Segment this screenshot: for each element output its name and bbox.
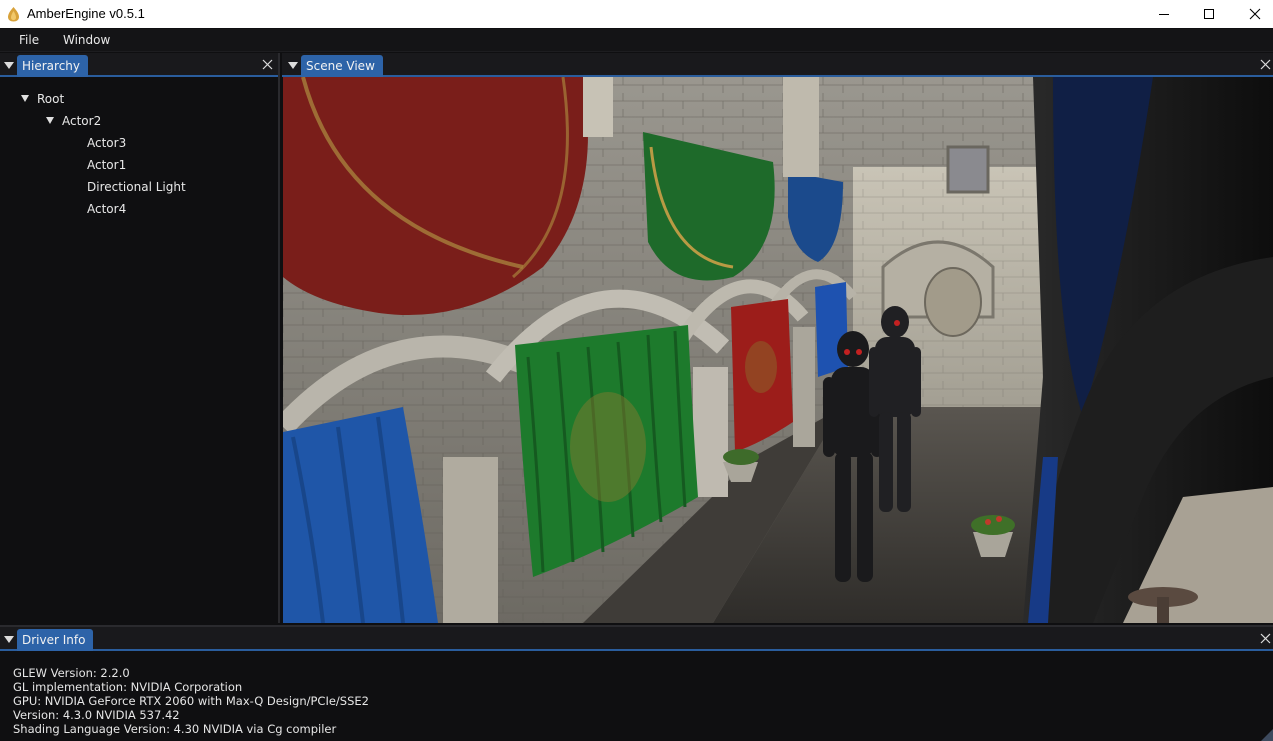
tree-node-actor3[interactable]: Actor3 (87, 135, 126, 151)
tab-hierarchy[interactable]: Hierarchy (17, 55, 89, 77)
close-icon[interactable] (1260, 633, 1271, 644)
gl-implementation-line: GL implementation: NVIDIA Corporation (13, 680, 243, 694)
scene-tab-bar: Scene View (282, 53, 1273, 77)
hierarchy-panel: Hierarchy Root Actor2 Actor3 Actor1 Dire… (0, 53, 280, 623)
driver-info-panel: Driver Info GLEW Version: 2.2.0 GL imple… (0, 625, 1273, 741)
menu-window[interactable]: Window (63, 33, 110, 47)
gpu-line: GPU: NVIDIA GeForce RTX 2060 with Max-Q … (13, 694, 369, 708)
tree-node-directional-light[interactable]: Directional Light (87, 179, 186, 195)
app-logo-icon (8, 7, 19, 22)
menu-file[interactable]: File (19, 33, 39, 47)
tree-node-actor4[interactable]: Actor4 (87, 201, 126, 217)
window-menu-icon[interactable] (4, 634, 14, 644)
window-title: AmberEngine v0.5.1 (27, 6, 145, 21)
title-bar[interactable]: AmberEngine v0.5.1 (0, 0, 1273, 28)
scene-viewport[interactable] (283, 77, 1273, 623)
tab-scene-view-label: Scene View (306, 59, 375, 73)
tab-driver-info[interactable]: Driver Info (17, 629, 94, 651)
scene-render-image (283, 77, 1273, 623)
scene-view-panel: Scene View (282, 53, 1273, 623)
glew-version-line: GLEW Version: 2.2.0 (13, 666, 130, 680)
tab-hierarchy-label: Hierarchy (22, 59, 81, 73)
menu-bar: File Window (0, 29, 1273, 52)
close-window-button[interactable] (1232, 0, 1273, 28)
tab-driver-info-label: Driver Info (22, 633, 86, 647)
tab-scene-view[interactable]: Scene View (301, 55, 383, 77)
shading-language-line: Shading Language Version: 4.30 NVIDIA vi… (13, 722, 337, 736)
tree-node-actor1[interactable]: Actor1 (87, 157, 126, 173)
driver-tab-bar: Driver Info (0, 627, 1273, 651)
close-icon (1249, 8, 1261, 20)
window-menu-icon[interactable] (288, 60, 298, 70)
tree-node-label: Root (37, 92, 65, 106)
resize-grip-icon[interactable] (1261, 729, 1273, 741)
driver-info-text: GLEW Version: 2.2.0 GL implementation: N… (13, 666, 369, 736)
tree-node-label: Actor2 (62, 114, 102, 128)
window-menu-icon[interactable] (4, 60, 14, 70)
expand-arrow-icon[interactable] (46, 117, 54, 124)
maximize-icon (1204, 9, 1214, 19)
version-line: Version: 4.3.0 NVIDIA 537.42 (13, 708, 180, 722)
maximize-button[interactable] (1186, 0, 1232, 28)
minimize-icon (1159, 14, 1169, 15)
hierarchy-tab-bar: Hierarchy (0, 53, 278, 77)
minimize-button[interactable] (1141, 0, 1187, 28)
close-icon[interactable] (262, 59, 273, 70)
expand-arrow-icon[interactable] (21, 95, 29, 102)
close-icon[interactable] (1260, 59, 1271, 70)
